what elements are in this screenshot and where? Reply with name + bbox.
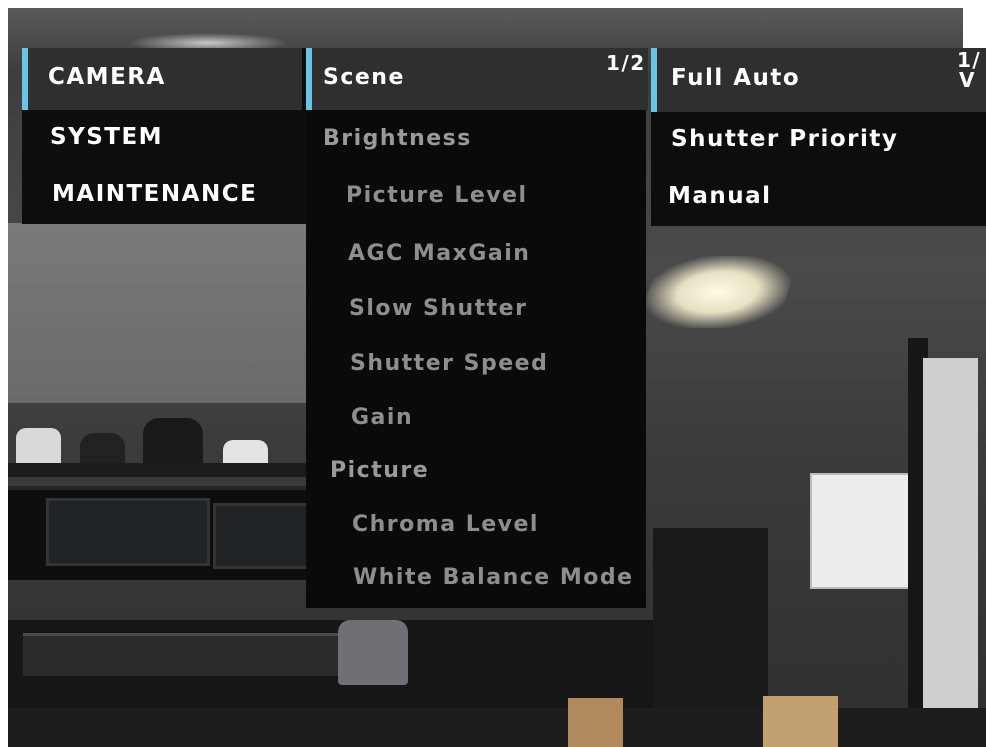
sub-menu-item-shutter-speed[interactable]: Shutter Speed [350,351,548,376]
main-menu-item-maintenance[interactable]: MAINTENANCE [52,181,257,207]
sub-menu-item-slow-shutter[interactable]: Slow Shutter [349,296,527,321]
sub-menu-heading-brightness: Brightness [323,126,472,151]
sub-menu-item-scene[interactable]: Scene 1/2 [306,48,648,110]
selection-indicator [651,48,657,112]
sub-menu-item-agc-maxgain[interactable]: AGC MaxGain [348,241,530,266]
sub-menu-item-white-balance-mode[interactable]: White Balance Mode [353,565,634,590]
chair [338,620,408,685]
mode-option-label: Full Auto [671,65,801,91]
scroll-down-arrow-icon: V [959,68,976,92]
sub-menu-item-picture-level[interactable]: Picture Level [346,183,528,208]
control-console [23,633,353,676]
monitor [213,503,314,569]
selection-indicator [306,48,312,110]
shelf [8,463,308,477]
cardboard-box [568,698,623,747]
whiteboard [810,473,922,589]
monitor [46,498,210,566]
sub-menu-item-label: Scene [323,65,405,90]
main-menu-item-system[interactable]: SYSTEM [50,124,163,150]
ptz-camera-white [16,428,61,468]
ceiling-light [636,256,800,328]
door [923,358,978,747]
selection-indicator [22,48,28,110]
main-menu-item-camera[interactable]: CAMERA [22,48,302,110]
page-indicator: 1/2 [606,51,646,75]
main-menu-item-label: CAMERA [48,64,166,90]
sub-menu-item-chroma-level[interactable]: Chroma Level [352,512,539,537]
floor [8,708,986,747]
mode-option-shutter-priority[interactable]: Shutter Priority [671,126,898,152]
main-menu: CAMERA SYSTEM MAINTENANCE [22,48,306,224]
sub-menu-item-gain[interactable]: Gain [351,405,413,430]
sub-menu: Scene 1/2 Brightness Picture Level AGC M… [306,48,648,608]
mode-option-full-auto[interactable]: Full Auto 1/ V [651,48,986,112]
screen-frame: CAMERA SYSTEM MAINTENANCE Scene 1/2 Brig… [0,0,986,747]
mode-option-manual[interactable]: Manual [668,183,772,209]
wall [8,223,308,403]
cardboard-box [763,696,838,747]
sub-menu-heading-picture: Picture [330,458,430,483]
scene-mode-menu: Full Auto 1/ V Shutter Priority Manual [651,48,986,226]
